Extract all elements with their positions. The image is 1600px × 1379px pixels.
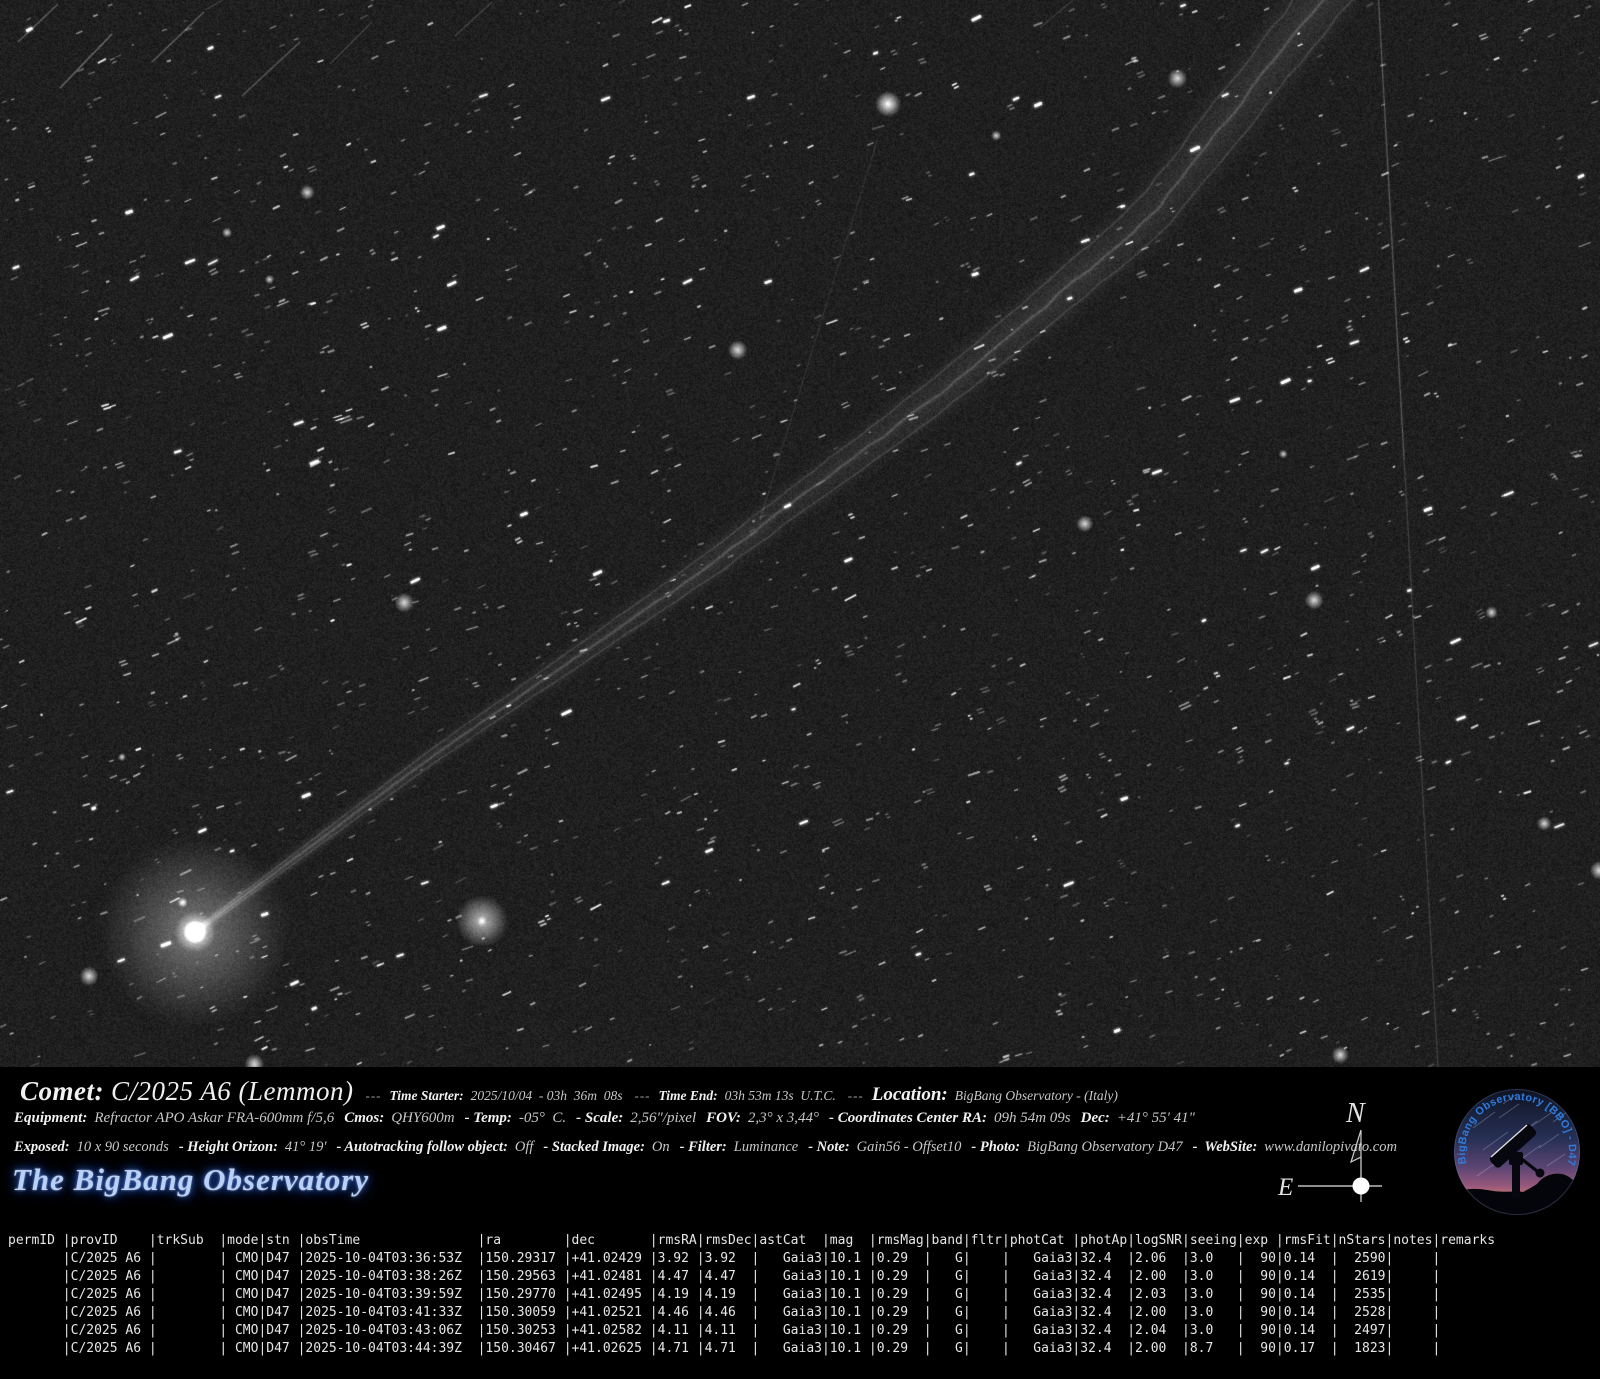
comet-label: Comet: bbox=[20, 1076, 104, 1107]
filter-label: - Filter: bbox=[680, 1139, 727, 1156]
compass-north-label: N bbox=[1345, 1098, 1366, 1129]
table-row: |C/2025 A6 | | CMO|D47 |2025-10-04T03:44… bbox=[8, 1340, 1598, 1358]
scale-value: 2,56"/pixel bbox=[630, 1110, 696, 1127]
time-start-value: 2025/10/04 - 03h 36m 08s bbox=[471, 1088, 623, 1104]
photo-label: - Photo: bbox=[971, 1139, 1020, 1156]
compass-east-label: E bbox=[1277, 1174, 1293, 1201]
logo-scene bbox=[1453, 1088, 1581, 1216]
cmos-value: QHY600m bbox=[391, 1110, 454, 1127]
table-row: |C/2025 A6 | | CMO|D47 |2025-10-04T03:41… bbox=[8, 1304, 1598, 1322]
caption-line-1: Comet: C/2025 A6 (Lemmon) --- Time Start… bbox=[20, 1076, 1300, 1107]
temp-label: - Temp: bbox=[465, 1110, 512, 1127]
caption-line-3: Exposed: 10 x 90 seconds - Height Orizon… bbox=[14, 1139, 1294, 1156]
table-row: |C/2025 A6 | | CMO|D47 |2025-10-04T03:43… bbox=[8, 1322, 1598, 1340]
coords-ra-label: - Coordinates Center RA: bbox=[829, 1110, 987, 1127]
observatory-logo: BigBang Observatory [BBO] - D47 bbox=[1453, 1088, 1581, 1216]
dec-label: Dec: bbox=[1081, 1110, 1110, 1127]
observation-plate: Comet: C/2025 A6 (Lemmon) --- Time Start… bbox=[0, 0, 1600, 1379]
temp-value: -05° C. bbox=[519, 1110, 566, 1127]
separator: --- bbox=[635, 1088, 651, 1104]
astrometry-table: permID |provID |trkSub |mode|stn |obsTim… bbox=[8, 1232, 1598, 1358]
comet-name: C/2025 A6 (Lemmon) bbox=[111, 1076, 354, 1107]
scale-label: - Scale: bbox=[576, 1110, 623, 1127]
separator: --- bbox=[366, 1088, 382, 1104]
time-end-label: Time End: bbox=[659, 1088, 718, 1104]
fov-label: FOV: bbox=[706, 1110, 741, 1127]
height-orizon-value: 41° 19' bbox=[285, 1139, 327, 1156]
equipment-value: Refractor APO Askar FRA-600mm f/5,6 bbox=[94, 1110, 334, 1127]
fov-value: 2,3° x 3,44° bbox=[748, 1110, 819, 1127]
compass: N E bbox=[1270, 1082, 1410, 1212]
compass-needle-icon bbox=[1351, 1130, 1361, 1162]
compass-hub bbox=[1353, 1178, 1370, 1195]
table-row: |C/2025 A6 | | CMO|D47 |2025-10-04T03:36… bbox=[8, 1250, 1598, 1268]
observatory-title: The BigBang Observatory bbox=[12, 1162, 369, 1198]
cmos-label: Cmos: bbox=[344, 1110, 384, 1127]
equipment-label: Equipment: bbox=[14, 1110, 87, 1127]
time-start-label: Time Starter: bbox=[390, 1088, 464, 1104]
dec-value: +41° 55' 41" bbox=[1117, 1110, 1195, 1127]
table-row: |C/2025 A6 | | CMO|D47 |2025-10-04T03:38… bbox=[8, 1268, 1598, 1286]
separator: --- bbox=[848, 1088, 864, 1104]
stacked-image-value: On bbox=[652, 1139, 670, 1156]
location-label: Location: bbox=[872, 1084, 948, 1106]
height-orizon-label: - Height Orizon: bbox=[179, 1139, 278, 1156]
website-label: - WebSite: bbox=[1193, 1139, 1258, 1156]
time-end-value: 03h 53m 13s U.T.C. bbox=[725, 1088, 836, 1104]
note-value: Gain56 - Offset10 bbox=[857, 1139, 962, 1156]
autotracking-value: Off bbox=[515, 1139, 534, 1156]
stacked-image-label: - Stacked Image: bbox=[543, 1139, 644, 1156]
note-label: - Note: bbox=[808, 1139, 849, 1156]
caption-line-2: Equipment: Refractor APO Askar FRA-600mm… bbox=[14, 1110, 1294, 1127]
exposed-label: Exposed: bbox=[14, 1139, 70, 1156]
filter-value: Luminance bbox=[734, 1139, 798, 1156]
photo-value: BigBang Observatory D47 bbox=[1027, 1139, 1182, 1156]
exposed-value: 10 x 90 seconds bbox=[77, 1139, 169, 1156]
location-value: BigBang Observatory - (Italy) bbox=[955, 1088, 1118, 1104]
autotracking-label: - Autotracking follow object: bbox=[336, 1139, 507, 1156]
table-row: |C/2025 A6 | | CMO|D47 |2025-10-04T03:39… bbox=[8, 1286, 1598, 1304]
comet-photo bbox=[0, 0, 1600, 1067]
table-header: permID |provID |trkSub |mode|stn |obsTim… bbox=[8, 1232, 1598, 1250]
coords-ra-value: 09h 54m 09s bbox=[994, 1110, 1071, 1127]
